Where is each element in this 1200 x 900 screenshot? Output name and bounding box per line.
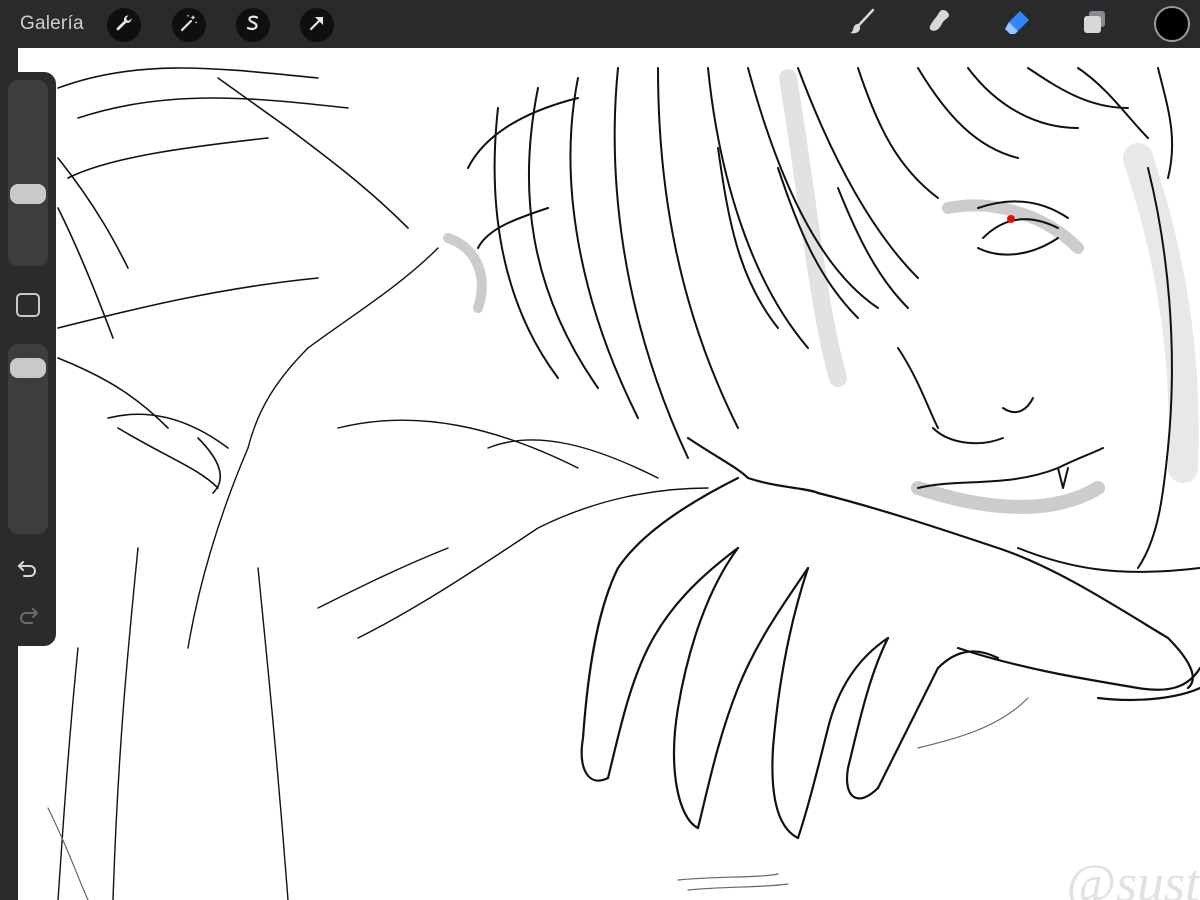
color-picker-button[interactable]	[1154, 6, 1190, 42]
artist-watermark: @sust	[1066, 853, 1200, 900]
top-toolbar: Galería	[0, 0, 1200, 48]
eraser-button[interactable]	[1000, 7, 1034, 41]
red-eye-mark	[1007, 215, 1015, 223]
brush-size-thumb[interactable]	[10, 184, 46, 205]
drawing-canvas[interactable]: @sust	[18, 48, 1200, 900]
selection-s-icon	[243, 13, 263, 38]
layers-icon	[1080, 7, 1110, 42]
actions-button[interactable]	[107, 8, 141, 42]
modify-button[interactable]	[16, 293, 40, 317]
redo-button[interactable]	[14, 604, 42, 632]
selection-button[interactable]	[236, 8, 270, 42]
left-sidebar	[0, 72, 56, 646]
adjustments-button[interactable]	[172, 8, 206, 42]
smudge-icon	[924, 7, 954, 42]
transform-button[interactable]	[300, 8, 334, 42]
smudge-button[interactable]	[922, 7, 956, 41]
undo-button[interactable]	[14, 557, 42, 585]
brush-button[interactable]	[845, 7, 879, 41]
transform-arrow-icon	[307, 13, 327, 38]
brush-size-slider[interactable]	[8, 80, 48, 266]
layers-button[interactable]	[1078, 7, 1112, 41]
sketch-artwork	[47, 67, 1200, 900]
undo-arrow-icon	[15, 556, 41, 587]
eraser-icon	[1002, 7, 1032, 42]
opacity-slider[interactable]	[8, 344, 48, 534]
opacity-thumb[interactable]	[10, 357, 46, 378]
magic-wand-icon	[179, 13, 199, 38]
redo-arrow-icon	[15, 603, 41, 634]
gallery-link[interactable]: Galería	[20, 13, 84, 35]
wrench-icon	[114, 13, 134, 38]
brush-icon	[847, 7, 877, 42]
